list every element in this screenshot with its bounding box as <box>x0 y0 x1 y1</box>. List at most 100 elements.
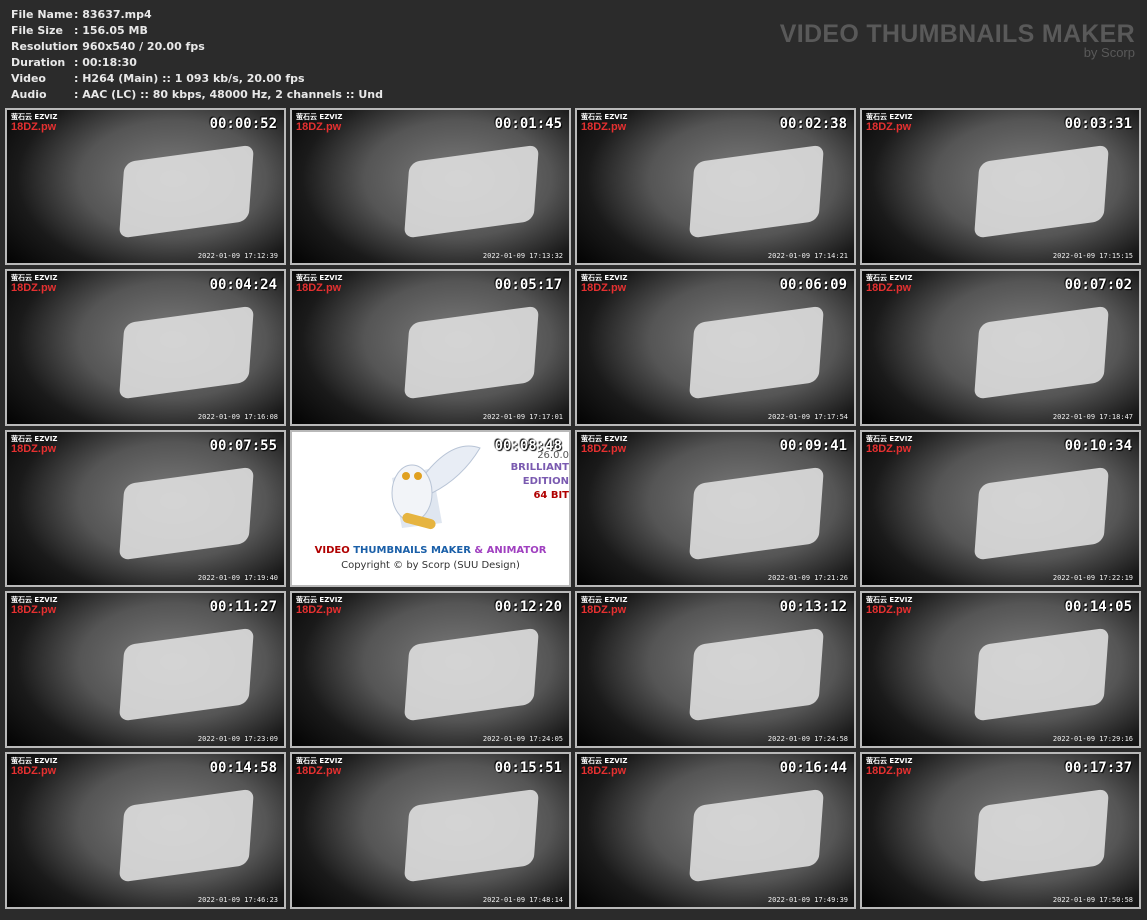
watermark-site: 18DZ.pw <box>11 282 57 294</box>
info-value: : H264 (Main) :: 1 093 kb/s, 20.00 fps <box>74 72 305 85</box>
info-label: Duration <box>11 56 66 69</box>
copyright: Copyright © by Scorp (SUU Design) <box>341 560 520 571</box>
timecode: 00:15:51 <box>494 760 562 776</box>
video-thumbnail[interactable]: 萤石云 EZVIZ 18DZ.pw 00:07:55 2022-01-09 17:… <box>5 430 286 587</box>
ezviz-logo: 萤石云 EZVIZ <box>296 596 343 604</box>
scene-placeholder <box>689 144 825 238</box>
watermark: 萤石云 EZVIZ 18DZ.pw <box>11 596 57 616</box>
watermark-site: 18DZ.pw <box>866 443 912 455</box>
title-video: VIDEO <box>314 545 350 556</box>
scene-placeholder <box>404 144 540 238</box>
brand: VIDEO THUMBNAILS MAKER by Scorp <box>780 20 1135 60</box>
watermark: 萤石云 EZVIZ 18DZ.pw <box>866 113 912 133</box>
camera-timestamp: 2022-01-09 17:19:40 <box>197 574 278 582</box>
video-thumbnail[interactable]: 萤石云 EZVIZ 18DZ.pw 00:17:37 2022-01-09 17:… <box>860 752 1141 909</box>
scene-placeholder <box>119 466 255 560</box>
video-thumbnail[interactable]: 萤石云 EZVIZ 18DZ.pw 00:15:51 2022-01-09 17:… <box>290 752 571 909</box>
scene-placeholder <box>119 305 255 399</box>
timecode: 00:01:45 <box>494 116 562 132</box>
video-thumbnail[interactable]: 萤石云 EZVIZ 18DZ.pw 00:06:09 2022-01-09 17:… <box>575 269 856 426</box>
watermark-site: 18DZ.pw <box>866 765 912 777</box>
owl-logo-icon <box>391 445 481 530</box>
video-thumbnail[interactable]: 萤石云 EZVIZ 18DZ.pw 00:07:02 2022-01-09 17:… <box>860 269 1141 426</box>
ezviz-logo: 萤石云 EZVIZ <box>581 113 628 121</box>
video-thumbnail[interactable]: 萤石云 EZVIZ 18DZ.pw 00:05:17 2022-01-09 17:… <box>290 269 571 426</box>
ezviz-logo: 萤石云 EZVIZ <box>11 274 58 282</box>
watermark-site: 18DZ.pw <box>866 282 912 294</box>
camera-timestamp: 2022-01-09 17:17:01 <box>482 413 563 421</box>
title-animator: & ANIMATOR <box>474 545 547 556</box>
timecode: 00:16:44 <box>779 760 847 776</box>
video-thumbnail[interactable]: 萤石云 EZVIZ 18DZ.pw 00:02:38 2022-01-09 17:… <box>575 108 856 265</box>
watermark: 萤石云 EZVIZ 18DZ.pw <box>11 435 57 455</box>
watermark-site: 18DZ.pw <box>296 121 342 133</box>
camera-timestamp: 2022-01-09 17:12:39 <box>197 252 278 260</box>
timecode: 00:12:20 <box>494 599 562 615</box>
watermark: 萤石云 EZVIZ 18DZ.pw <box>581 435 627 455</box>
ezviz-logo: 萤石云 EZVIZ <box>581 757 628 765</box>
watermark-site: 18DZ.pw <box>296 604 342 616</box>
timecode: 00:17:37 <box>1064 760 1132 776</box>
timecode: 00:03:31 <box>1064 116 1132 132</box>
watermark-site: 18DZ.pw <box>581 765 627 777</box>
promo-thumbnail[interactable]: 26.0.0 BRILLIANT EDITION 64 BIT VIDEO TH… <box>290 430 571 587</box>
video-thumbnail[interactable]: 萤石云 EZVIZ 18DZ.pw 00:14:05 2022-01-09 17:… <box>860 591 1141 748</box>
info-value: : 83637.mp4 <box>74 8 152 21</box>
video-thumbnail[interactable]: 萤石云 EZVIZ 18DZ.pw 00:12:20 2022-01-09 17:… <box>290 591 571 748</box>
ezviz-logo: 萤石云 EZVIZ <box>11 113 58 121</box>
video-thumbnail[interactable]: 萤石云 EZVIZ 18DZ.pw 00:14:58 2022-01-09 17:… <box>5 752 286 909</box>
info-row: Video: H264 (Main) :: 1 093 kb/s, 20.00 … <box>11 71 383 87</box>
ezviz-logo: 萤石云 EZVIZ <box>581 274 628 282</box>
camera-timestamp: 2022-01-09 17:24:58 <box>767 735 848 743</box>
video-thumbnail[interactable]: 萤石云 EZVIZ 18DZ.pw 00:03:31 2022-01-09 17:… <box>860 108 1141 265</box>
watermark: 萤石云 EZVIZ 18DZ.pw <box>581 596 627 616</box>
video-thumbnail[interactable]: 萤石云 EZVIZ 18DZ.pw 00:00:52 2022-01-09 17:… <box>5 108 286 265</box>
watermark-site: 18DZ.pw <box>581 443 627 455</box>
watermark: 萤石云 EZVIZ 18DZ.pw <box>866 757 912 777</box>
info-label: File Size <box>11 24 63 37</box>
watermark-site: 18DZ.pw <box>11 121 57 133</box>
camera-timestamp: 2022-01-09 17:13:32 <box>482 252 563 260</box>
watermark: 萤石云 EZVIZ 18DZ.pw <box>866 435 912 455</box>
ezviz-logo: 萤石云 EZVIZ <box>866 435 913 443</box>
video-thumbnail[interactable]: 萤石云 EZVIZ 18DZ.pw 00:11:27 2022-01-09 17:… <box>5 591 286 748</box>
brand-title: VIDEO THUMBNAILS MAKER <box>779 20 1135 48</box>
watermark: 萤石云 EZVIZ 18DZ.pw <box>581 113 627 133</box>
file-info: File Name: 83637.mp4 File Size: 156.05 MB… <box>11 7 383 103</box>
scene-placeholder <box>974 466 1110 560</box>
info-row: Duration: 00:18:30 <box>11 55 383 71</box>
camera-timestamp: 2022-01-09 17:46:23 <box>197 896 278 904</box>
watermark: 萤石云 EZVIZ 18DZ.pw <box>296 113 342 133</box>
camera-timestamp: 2022-01-09 17:29:16 <box>1052 735 1133 743</box>
title-thumbnails: THUMBNAILS MAKER <box>353 545 471 556</box>
watermark-site: 18DZ.pw <box>296 765 342 777</box>
camera-timestamp: 2022-01-09 17:17:54 <box>767 413 848 421</box>
info-label: Audio <box>11 88 47 101</box>
watermark-site: 18DZ.pw <box>866 604 912 616</box>
timecode: 00:05:17 <box>494 277 562 293</box>
video-thumbnail[interactable]: 萤石云 EZVIZ 18DZ.pw 00:16:44 2022-01-09 17:… <box>575 752 856 909</box>
camera-timestamp: 2022-01-09 17:15:15 <box>1052 252 1133 260</box>
info-row: File Size: 156.05 MB <box>11 23 383 39</box>
thumbnail-grid: 萤石云 EZVIZ 18DZ.pw 00:00:52 2022-01-09 17:… <box>5 108 1141 909</box>
info-value: : AAC (LC) :: 80 kbps, 48000 Hz, 2 chann… <box>74 88 384 101</box>
timecode: 00:14:58 <box>209 760 277 776</box>
watermark-site: 18DZ.pw <box>866 121 912 133</box>
scene-placeholder <box>974 788 1110 882</box>
video-thumbnail[interactable]: 萤石云 EZVIZ 18DZ.pw 00:10:34 2022-01-09 17:… <box>860 430 1141 587</box>
watermark: 萤石云 EZVIZ 18DZ.pw <box>296 596 342 616</box>
watermark: 萤石云 EZVIZ 18DZ.pw <box>11 113 57 133</box>
video-thumbnail[interactable]: 萤石云 EZVIZ 18DZ.pw 00:04:24 2022-01-09 17:… <box>5 269 286 426</box>
edition-line1: BRILLIANT <box>510 462 569 473</box>
camera-timestamp: 2022-01-09 17:22:19 <box>1052 574 1133 582</box>
watermark-site: 18DZ.pw <box>11 765 57 777</box>
timecode: 00:08:48 <box>494 438 562 454</box>
video-thumbnail[interactable]: 萤石云 EZVIZ 18DZ.pw 00:09:41 2022-01-09 17:… <box>575 430 856 587</box>
promo-title: VIDEO THUMBNAILS MAKER & ANIMATOR <box>292 545 569 556</box>
timecode: 00:13:12 <box>779 599 847 615</box>
timecode: 00:02:38 <box>779 116 847 132</box>
scene-placeholder <box>974 627 1110 721</box>
camera-timestamp: 2022-01-09 17:50:58 <box>1052 896 1133 904</box>
video-thumbnail[interactable]: 萤石云 EZVIZ 18DZ.pw 00:13:12 2022-01-09 17:… <box>575 591 856 748</box>
video-thumbnail[interactable]: 萤石云 EZVIZ 18DZ.pw 00:01:45 2022-01-09 17:… <box>290 108 571 265</box>
